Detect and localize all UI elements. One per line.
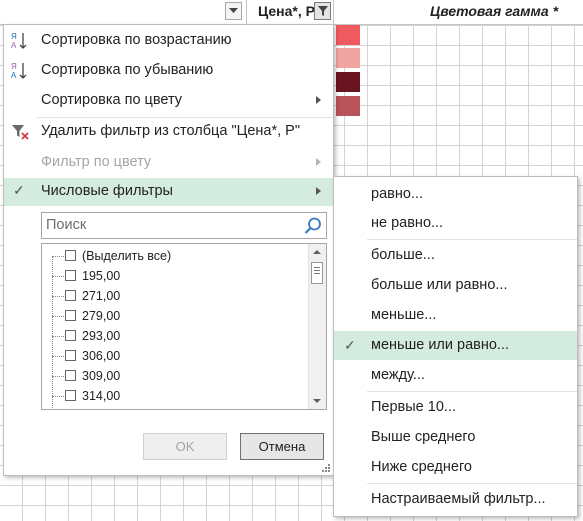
list-item[interactable]: 271,00 (42, 276, 307, 306)
clear-filter-label: Удалить фильтр из столбца "Цена*, Р" (41, 123, 300, 139)
checkmark-icon: ✓ (13, 182, 25, 198)
number-filters-submenu: равно... не равно... больше... больше ил… (333, 176, 578, 517)
list-item[interactable]: 314,00 (42, 376, 307, 406)
filter-by-color-label: Фильтр по цвету (41, 154, 152, 170)
svg-text:Я: Я (11, 62, 17, 71)
submenu-arrow-icon (316, 187, 321, 195)
sort-descending-label: Сортировка по убыванию (41, 62, 214, 78)
checkbox[interactable] (65, 250, 76, 261)
cancel-button[interactable]: Отмена (240, 433, 324, 460)
svg-text:А: А (11, 41, 17, 50)
filter-equals-item[interactable]: равно... (334, 180, 577, 209)
sort-descending-item[interactable]: Я А Сортировка по убыванию (4, 57, 333, 85)
filter-funnel-icon (317, 6, 328, 16)
color-column-header: Цветовая гамма * (430, 3, 559, 19)
column-header-row: Цена*, Р Цветовая гамма * (0, 0, 583, 25)
color-swatch (336, 25, 360, 45)
value-list: (Выделить все) 195,00 271,00 279,00 293,… (41, 243, 327, 410)
price-column-header: Цена*, Р (258, 3, 315, 19)
search-placeholder: Поиск (46, 217, 87, 233)
sort-ascending-label: Сортировка по возрастанию (41, 32, 232, 48)
filter-greater-or-equal-item[interactable]: больше или равно... (334, 271, 577, 300)
sort-ascending-icon: Я А (11, 32, 27, 50)
number-filters-label: Числовые фильтры (41, 183, 173, 199)
submenu-arrow-icon (316, 158, 321, 166)
list-item[interactable]: 195,00 (42, 256, 307, 286)
submenu-arrow-icon (316, 96, 321, 104)
svg-text:Я: Я (11, 32, 17, 41)
checkbox[interactable] (65, 330, 76, 341)
color-swatch (336, 96, 360, 116)
custom-filter-item[interactable]: Настраиваемый фильтр... (334, 485, 577, 514)
list-item[interactable]: 306,00 (42, 336, 307, 366)
price-filter-button[interactable] (314, 2, 331, 20)
checkbox[interactable] (65, 310, 76, 321)
filter-below-average-item[interactable]: Ниже среднего (334, 453, 577, 482)
ok-button[interactable]: OK (143, 433, 227, 460)
search-icon (304, 217, 321, 234)
filter-by-color-item[interactable]: Фильтр по цвету (4, 149, 333, 177)
search-input[interactable]: Поиск (41, 212, 327, 239)
column-filter-button[interactable] (225, 2, 242, 20)
filter-greater-item[interactable]: больше... (334, 241, 577, 270)
resize-grip-icon[interactable] (322, 464, 330, 472)
scroll-down-icon[interactable] (313, 399, 321, 403)
checkbox[interactable] (65, 270, 76, 281)
number-filters-item[interactable]: ✓ Числовые фильтры (4, 178, 333, 206)
chevron-down-icon (229, 8, 238, 13)
sort-by-color-label: Сортировка по цвету (41, 92, 183, 108)
color-swatch (336, 48, 360, 68)
clear-filter-item[interactable]: Удалить фильтр из столбца "Цена*, Р" (4, 118, 333, 146)
filter-not-equals-item[interactable]: не равно... (334, 209, 577, 238)
svg-text:А: А (11, 71, 17, 80)
filter-less-or-equal-item[interactable]: ✓ меньше или равно... (334, 331, 577, 360)
list-item[interactable] (42, 396, 307, 409)
scroll-thumb[interactable] (311, 262, 323, 284)
sort-ascending-item[interactable]: Я А Сортировка по возрастанию (4, 27, 333, 55)
sort-descending-icon: Я А (11, 62, 27, 80)
select-all-item[interactable]: (Выделить все) (42, 246, 307, 266)
checkbox[interactable] (65, 390, 76, 401)
filter-above-average-item[interactable]: Выше среднего (334, 423, 577, 452)
filter-top-10-item[interactable]: Первые 10... (334, 393, 577, 422)
filter-between-item[interactable]: между... (334, 361, 577, 390)
checkbox[interactable] (65, 290, 76, 301)
list-item[interactable]: 279,00 (42, 296, 307, 326)
checkbox[interactable] (65, 350, 76, 361)
checkbox[interactable] (65, 370, 76, 381)
autofilter-menu: Я А Сортировка по возрастанию Я А Сортир… (3, 24, 334, 476)
color-swatch (336, 72, 360, 92)
clear-filter-icon (12, 125, 29, 140)
list-item[interactable]: 309,00 (42, 356, 307, 386)
filter-less-item[interactable]: меньше... (334, 301, 577, 330)
checkmark-icon: ✓ (344, 337, 356, 353)
list-item[interactable]: 293,00 (42, 316, 307, 346)
list-scrollbar[interactable] (308, 244, 326, 409)
sort-by-color-item[interactable]: Сортировка по цвету (4, 87, 333, 115)
scroll-up-icon[interactable] (313, 250, 321, 254)
